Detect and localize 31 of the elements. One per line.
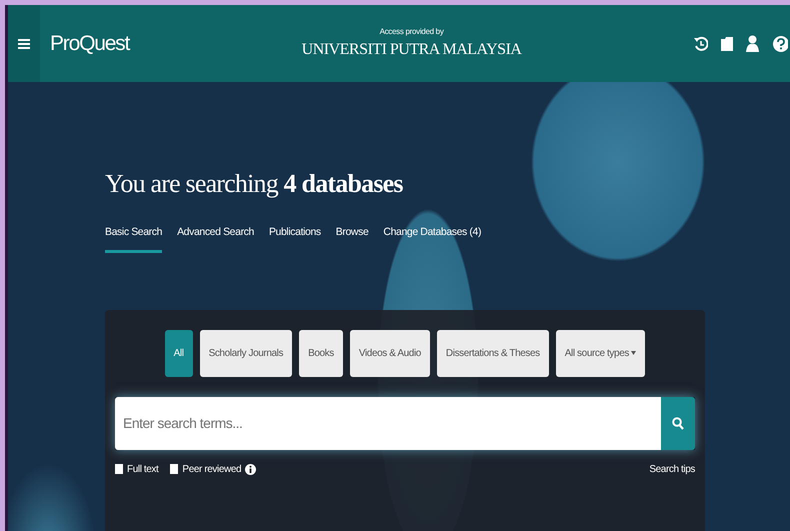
source-type-chip[interactable]: All: [164, 330, 193, 377]
checkbox-label[interactable]: Full text: [127, 462, 158, 477]
nav-tab[interactable]: Change Databases (4): [383, 225, 482, 253]
source-type-chip[interactable]: Books: [299, 330, 343, 377]
caret-icon: [631, 351, 636, 356]
folder-icon[interactable]: [721, 36, 733, 51]
source-type-dropdown[interactable]: All source types: [556, 330, 646, 377]
menu-icon: [18, 38, 30, 50]
history-icon[interactable]: [694, 36, 708, 52]
checkbox[interactable]: [115, 464, 123, 474]
search-tips-link[interactable]: Search tips: [649, 462, 695, 477]
nav-tab[interactable]: Basic Search: [105, 225, 162, 253]
user-icon[interactable]: [746, 35, 759, 52]
source-type-chip[interactable]: Scholarly Journals: [200, 330, 292, 377]
nav-tab[interactable]: Browse: [336, 225, 368, 253]
page-title: You are searching 4 databases: [105, 168, 404, 200]
search-field[interactable]: Enter search terms...: [115, 396, 661, 450]
brand-logo[interactable]: ProQuest: [50, 28, 130, 60]
search-button[interactable]: [661, 396, 695, 450]
nav-tab[interactable]: Publications: [268, 225, 321, 253]
source-type-chip[interactable]: Dissertations & Theses: [436, 330, 549, 377]
institution-name: UNIVERSITI PUTRA MALAYSIA: [300, 40, 523, 60]
search-icon: [672, 416, 684, 430]
access-label: Access provided by: [378, 26, 445, 38]
source-type-chip[interactable]: Videos & Audio: [350, 330, 430, 377]
help-icon[interactable]: [772, 34, 788, 52]
checkbox-label[interactable]: Peer reviewed: [182, 462, 242, 477]
menu-button[interactable]: [8, 5, 40, 82]
info-icon[interactable]: [245, 464, 256, 475]
checkbox[interactable]: [170, 464, 178, 474]
nav-tab[interactable]: Advanced Search: [177, 225, 254, 253]
